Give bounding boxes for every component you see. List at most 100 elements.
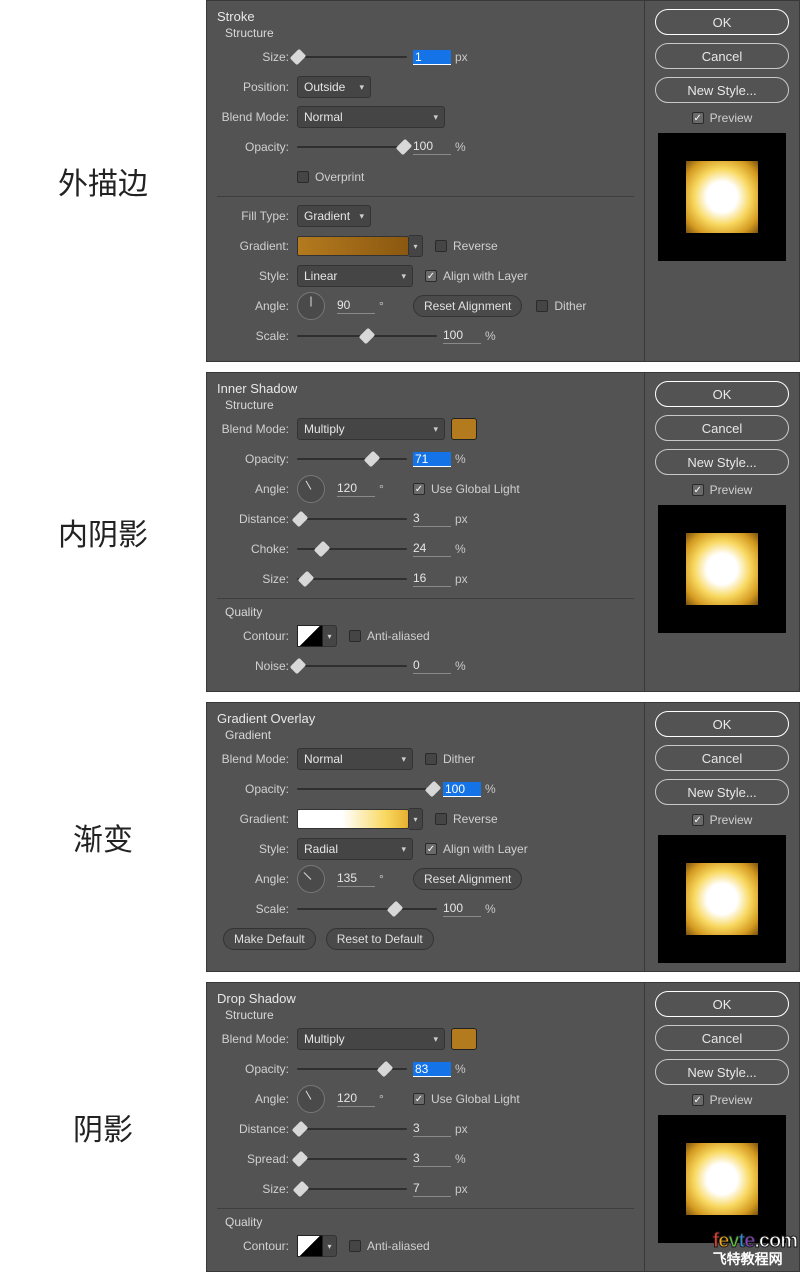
input-distance[interactable]: 3 — [413, 511, 451, 527]
chevron-down-icon: ▾ — [401, 754, 406, 765]
slider-grad-opacity[interactable] — [297, 779, 437, 799]
new-style-button[interactable]: New Style... — [655, 779, 789, 805]
checkbox-global-light[interactable]: ✓Use Global Light — [413, 1092, 520, 1106]
checkbox-global-light[interactable]: ✓Use Global Light — [413, 482, 520, 496]
slider-drop-size[interactable] — [297, 1179, 407, 1199]
checkbox-preview[interactable]: ✓Preview — [692, 483, 753, 497]
input-angle[interactable]: 120 — [337, 481, 375, 497]
color-picker[interactable] — [451, 418, 477, 440]
angle-dial[interactable] — [297, 865, 325, 893]
input-angle[interactable]: 135 — [337, 871, 375, 887]
slider-distance[interactable] — [297, 1119, 407, 1139]
input-grad-opacity[interactable]: 100 — [443, 782, 481, 797]
unit-pct: % — [455, 542, 479, 556]
reset-default-button[interactable]: Reset to Default — [326, 928, 434, 950]
slider-noise[interactable] — [297, 656, 407, 676]
side-col-stroke: OK Cancel New Style... ✓Preview — [645, 0, 800, 362]
slider-stroke-scale[interactable] — [297, 326, 437, 346]
input-angle[interactable]: 90 — [337, 298, 375, 314]
preview-box — [658, 505, 786, 633]
checkbox-preview[interactable]: ✓Preview — [692, 1093, 753, 1107]
ok-button[interactable]: OK — [655, 711, 789, 737]
cancel-button[interactable]: Cancel — [655, 415, 789, 441]
color-picker[interactable] — [451, 1028, 477, 1050]
angle-dial[interactable] — [297, 475, 325, 503]
checkbox-preview[interactable]: ✓Preview — [692, 111, 753, 125]
select-fill-type[interactable]: Gradient▾ — [297, 205, 371, 227]
cancel-button[interactable]: Cancel — [655, 43, 789, 69]
select-blend-mode[interactable]: Normal▾ — [297, 748, 413, 770]
slider-choke[interactable] — [297, 539, 407, 559]
slider-distance[interactable] — [297, 509, 407, 529]
gradient-picker[interactable]: ▾ — [297, 235, 423, 257]
cancel-button[interactable]: Cancel — [655, 745, 789, 771]
unit-pct: % — [455, 140, 479, 154]
slider-inner-size[interactable] — [297, 569, 407, 589]
select-style[interactable]: Linear▾ — [297, 265, 413, 287]
reset-alignment-button[interactable]: Reset Alignment — [413, 295, 522, 317]
checkbox-overprint[interactable]: Overprint — [297, 170, 364, 184]
input-angle[interactable]: 120 — [337, 1091, 375, 1107]
chevron-down-icon: ▾ — [433, 112, 438, 123]
checkbox-align-layer[interactable]: ✓Align with Layer — [425, 842, 528, 856]
slider-drop-opacity[interactable] — [297, 1059, 407, 1079]
checkbox-anti-aliased[interactable]: Anti-aliased — [349, 629, 430, 643]
unit-pct: % — [455, 452, 479, 466]
select-position[interactable]: Outside▾ — [297, 76, 371, 98]
label-position: Position: — [207, 80, 297, 94]
input-spread[interactable]: 3 — [413, 1151, 451, 1167]
input-distance[interactable]: 3 — [413, 1121, 451, 1137]
select-blend-mode[interactable]: Normal▾ — [297, 106, 445, 128]
unit-px: px — [455, 50, 479, 64]
slider-stroke-size[interactable] — [297, 47, 407, 67]
chevron-down-icon: ▾ — [359, 82, 364, 93]
new-style-button[interactable]: New Style... — [655, 77, 789, 103]
subtitle-structure: Structure — [207, 1008, 644, 1026]
label-scale: Scale: — [207, 902, 297, 916]
input-choke[interactable]: 24 — [413, 541, 451, 557]
checkbox-anti-aliased[interactable]: Anti-aliased — [349, 1239, 430, 1253]
input-inner-size[interactable]: 16 — [413, 571, 451, 587]
slider-inner-opacity[interactable] — [297, 449, 407, 469]
input-inner-opacity[interactable]: 71 — [413, 452, 451, 467]
select-blend-mode[interactable]: Multiply▾ — [297, 1028, 445, 1050]
checkbox-dither[interactable]: Dither — [425, 752, 475, 766]
checkbox-preview[interactable]: ✓Preview — [692, 813, 753, 827]
label-distance: Distance: — [207, 512, 297, 526]
input-stroke-size[interactable]: 1 — [413, 50, 451, 65]
slider-stroke-opacity[interactable] — [297, 137, 407, 157]
select-style[interactable]: Radial▾ — [297, 838, 413, 860]
input-stroke-opacity[interactable]: 100 — [413, 139, 451, 155]
input-noise[interactable]: 0 — [413, 658, 451, 674]
cancel-button[interactable]: Cancel — [655, 1025, 789, 1051]
input-drop-size[interactable]: 7 — [413, 1181, 451, 1197]
checkbox-align-layer[interactable]: ✓Align with Layer — [425, 269, 528, 283]
label-spread: Spread: — [207, 1152, 297, 1166]
contour-picker[interactable]: ▾ — [297, 1235, 337, 1257]
contour-picker[interactable]: ▾ — [297, 625, 337, 647]
side-col-drop: OK Cancel New Style... ✓Preview fevte.co… — [645, 982, 800, 1272]
label-size: Size: — [207, 1182, 297, 1196]
make-default-button[interactable]: Make Default — [223, 928, 316, 950]
ok-button[interactable]: OK — [655, 381, 789, 407]
gradient-picker[interactable]: ▾ — [297, 808, 423, 830]
angle-dial[interactable] — [297, 1085, 325, 1113]
chevron-down-icon: ▾ — [409, 235, 423, 257]
new-style-button[interactable]: New Style... — [655, 449, 789, 475]
angle-dial[interactable] — [297, 292, 325, 320]
ok-button[interactable]: OK — [655, 9, 789, 35]
ok-button[interactable]: OK — [655, 991, 789, 1017]
slider-grad-scale[interactable] — [297, 899, 437, 919]
subtitle-quality: Quality — [207, 1215, 644, 1233]
checkbox-reverse[interactable]: Reverse — [435, 812, 498, 826]
input-scale[interactable]: 100 — [443, 328, 481, 344]
slider-spread[interactable] — [297, 1149, 407, 1169]
select-blend-mode[interactable]: Multiply▾ — [297, 418, 445, 440]
input-scale[interactable]: 100 — [443, 901, 481, 917]
reset-alignment-button[interactable]: Reset Alignment — [413, 868, 522, 890]
input-drop-opacity[interactable]: 83 — [413, 1062, 451, 1077]
checkbox-dither[interactable]: Dither — [536, 299, 586, 313]
unit-deg: ° — [379, 482, 403, 496]
new-style-button[interactable]: New Style... — [655, 1059, 789, 1085]
checkbox-reverse[interactable]: Reverse — [435, 239, 498, 253]
